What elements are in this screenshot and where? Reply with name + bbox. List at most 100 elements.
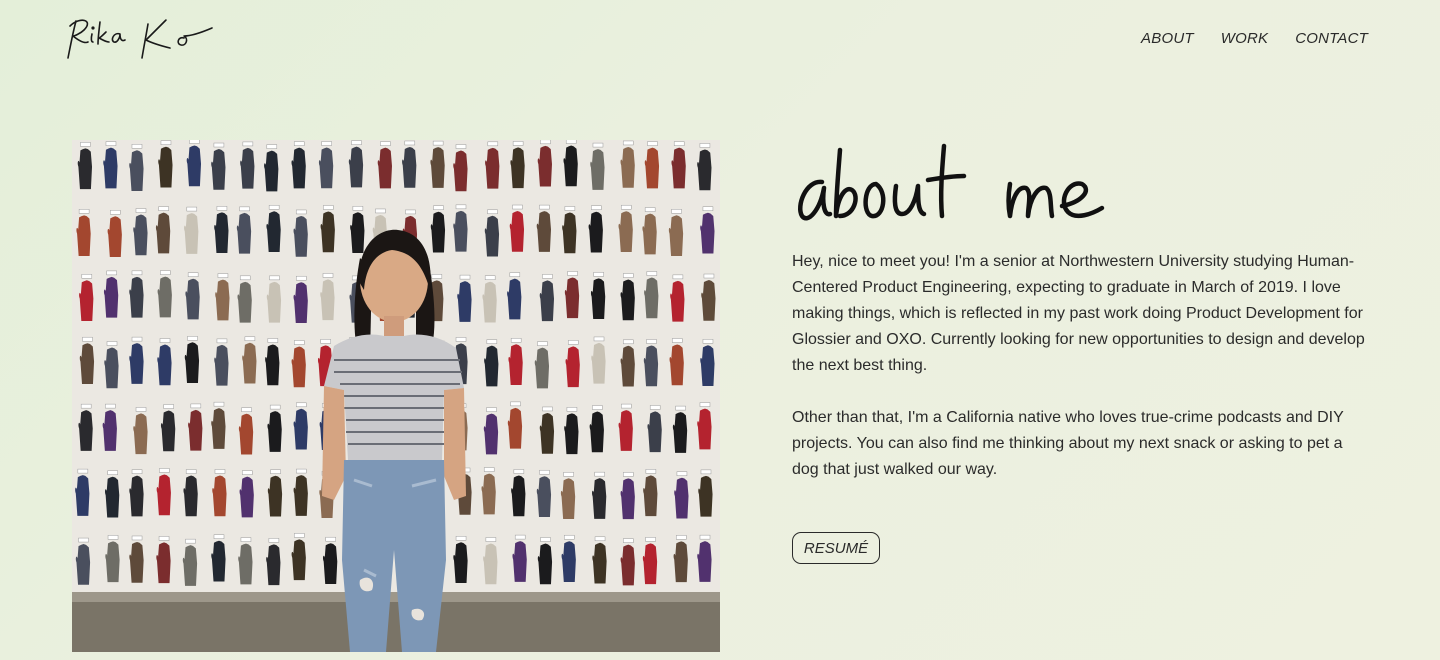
glove-tag bbox=[539, 469, 550, 475]
glove-tag bbox=[107, 535, 119, 540]
logo-signature[interactable] bbox=[62, 14, 232, 66]
glove-tag bbox=[567, 271, 578, 276]
glove-tag bbox=[644, 207, 656, 212]
glove-tag bbox=[433, 205, 444, 210]
glove-tag bbox=[135, 208, 147, 213]
glove-tag bbox=[135, 407, 147, 412]
glove-tag bbox=[131, 144, 143, 149]
glove-tag bbox=[241, 407, 252, 412]
glove-tag bbox=[513, 469, 525, 474]
main-nav: ABOUT WORK CONTACT bbox=[1141, 30, 1368, 47]
glove-tag bbox=[269, 275, 280, 281]
glove-tag bbox=[268, 205, 280, 210]
glove-tag bbox=[673, 141, 685, 146]
glove-tag bbox=[699, 402, 711, 407]
glove-tag bbox=[512, 204, 523, 210]
resume-button[interactable]: RESUMÉ bbox=[792, 532, 880, 564]
glove-tag bbox=[81, 274, 93, 279]
glove-tag bbox=[267, 338, 279, 343]
glove-tag bbox=[352, 206, 364, 211]
glove-tag bbox=[78, 209, 90, 214]
glove-tag bbox=[106, 270, 117, 276]
glove-tag bbox=[322, 273, 334, 278]
glove-tag bbox=[486, 339, 498, 344]
glove-tag bbox=[699, 143, 711, 148]
glove-tag bbox=[700, 469, 712, 475]
glove-tag bbox=[295, 209, 307, 215]
glove-tag bbox=[296, 402, 307, 408]
glove-tag bbox=[455, 337, 467, 342]
glove-tag bbox=[540, 140, 551, 145]
glove-tag bbox=[623, 273, 634, 278]
glove-tag bbox=[623, 538, 634, 543]
glove-tag bbox=[158, 536, 170, 541]
glove-tag bbox=[160, 140, 172, 145]
glove-tag bbox=[78, 537, 89, 543]
glove-tag bbox=[486, 407, 497, 412]
glove-tag bbox=[591, 205, 602, 210]
glove-tag bbox=[320, 339, 331, 344]
glove-tag bbox=[455, 536, 467, 541]
glove-tag bbox=[163, 404, 174, 409]
glove-tag bbox=[185, 538, 196, 544]
glove-tag bbox=[512, 141, 524, 146]
glove-tag bbox=[294, 340, 305, 345]
glove-tag bbox=[105, 141, 117, 146]
glove-tag bbox=[487, 209, 498, 215]
about-paragraph-1: Hey, nice to meet you! I'm a senior at N… bbox=[792, 253, 1365, 374]
glove-tag bbox=[296, 275, 307, 281]
nav-work-link[interactable]: WORK bbox=[1221, 30, 1268, 47]
glove-tag bbox=[509, 272, 521, 277]
glove-tag bbox=[187, 336, 198, 341]
glove-tag bbox=[594, 536, 606, 542]
glove-tag bbox=[269, 404, 281, 410]
glove-tag bbox=[294, 533, 305, 538]
glove-tag bbox=[131, 535, 143, 541]
glove-tag bbox=[217, 273, 229, 278]
glove-tag bbox=[216, 206, 228, 211]
nav-contact-link[interactable]: CONTACT bbox=[1295, 30, 1368, 47]
about-text: Hey, nice to meet you! I'm a senior at N… bbox=[792, 249, 1372, 509]
glove-tag bbox=[77, 468, 89, 474]
glove-tag bbox=[621, 403, 632, 409]
glove-tag bbox=[107, 470, 118, 475]
glove-tag bbox=[514, 534, 526, 540]
glove-tag bbox=[187, 272, 199, 277]
glove-tag bbox=[239, 206, 250, 212]
glove-tag bbox=[158, 206, 169, 211]
glove-tag bbox=[266, 144, 278, 149]
glove-tag bbox=[159, 468, 170, 473]
glove-tag bbox=[131, 270, 143, 276]
glove-tag bbox=[564, 206, 576, 211]
glove-tag bbox=[510, 338, 522, 343]
glove-tag bbox=[649, 405, 661, 410]
nav-about-link[interactable]: ABOUT bbox=[1141, 30, 1194, 47]
glove-tag bbox=[592, 405, 603, 410]
glove-tag bbox=[542, 406, 553, 412]
glove-tag bbox=[296, 468, 307, 474]
glove-tag bbox=[484, 275, 496, 280]
glove-tag bbox=[594, 471, 605, 477]
glove-tag bbox=[190, 403, 202, 409]
glove-tag bbox=[647, 141, 658, 146]
glove-tag bbox=[702, 206, 714, 211]
glove-tag bbox=[110, 210, 121, 215]
glove-tag bbox=[455, 204, 467, 210]
glove-tag bbox=[405, 209, 416, 215]
glove-tag bbox=[646, 271, 658, 276]
glove-tag bbox=[431, 274, 443, 279]
glove-tag bbox=[699, 534, 711, 540]
glove-tag bbox=[159, 338, 171, 343]
glove-tag bbox=[106, 341, 118, 346]
glove-tag bbox=[321, 141, 332, 146]
glove-tag bbox=[455, 144, 467, 149]
glove-tag bbox=[239, 275, 251, 281]
glove-tag bbox=[675, 405, 686, 411]
glove-tag bbox=[404, 140, 416, 146]
glove-tag bbox=[646, 339, 657, 344]
signature-image bbox=[67, 19, 213, 59]
about-me-script bbox=[798, 143, 1105, 221]
glove-tag bbox=[268, 538, 280, 543]
glove-tag bbox=[380, 141, 391, 146]
glove-tag bbox=[459, 274, 471, 280]
